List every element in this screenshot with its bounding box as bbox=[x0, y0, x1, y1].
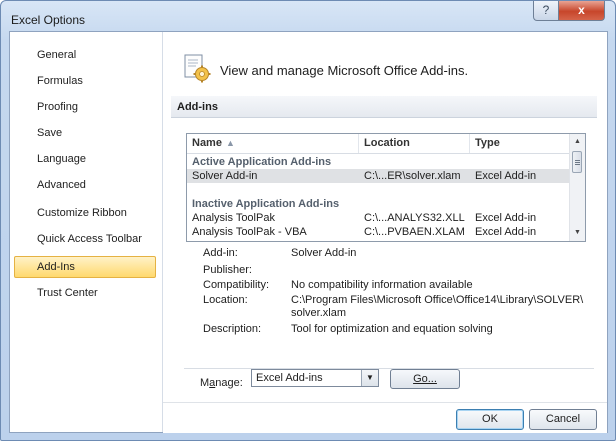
chevron-down-icon[interactable]: ▼ bbox=[361, 370, 378, 386]
manage-dropdown[interactable]: Excel Add-ins ▼ bbox=[251, 369, 379, 387]
scroll-up-icon[interactable]: ▲ bbox=[570, 134, 585, 149]
detail-value-add-in: Solver Add-in bbox=[291, 247, 357, 259]
cancel-button[interactable]: Cancel bbox=[529, 409, 597, 430]
row-name: Analysis ToolPak - VBA bbox=[192, 226, 307, 238]
row-type: Excel Add-in bbox=[475, 226, 537, 238]
detail-value-description: Tool for optimization and equation solvi… bbox=[291, 323, 493, 335]
list-scrollbar[interactable]: ▲ ▼ bbox=[569, 134, 585, 241]
detail-value-compatibility: No compatibility information available bbox=[291, 279, 473, 291]
detail-label-publisher: Publisher: bbox=[203, 264, 252, 276]
ok-button[interactable]: OK bbox=[456, 409, 524, 430]
add-ins-gear-icon bbox=[184, 54, 211, 83]
group-header-active: Active Application Add-ins bbox=[192, 156, 332, 168]
column-header-type[interactable]: Type bbox=[470, 134, 569, 153]
nav-item-language[interactable]: Language bbox=[14, 148, 156, 170]
manage-divider bbox=[184, 368, 594, 369]
detail-value-location-line1: C:\Program Files\Microsoft Office\Office… bbox=[291, 294, 584, 306]
nav-item-customize-ribbon[interactable]: Customize Ribbon bbox=[14, 202, 156, 224]
pane-header-text: View and manage Microsoft Office Add-ins… bbox=[220, 63, 469, 78]
detail-value-location-line2: solver.xlam bbox=[291, 307, 347, 319]
row-name: Analysis ToolPak bbox=[192, 212, 275, 224]
list-header: Name ▲ Location Type bbox=[187, 134, 569, 154]
go-button[interactable]: Go... bbox=[390, 369, 460, 389]
scroll-down-icon[interactable]: ▼ bbox=[570, 225, 585, 240]
nav-item-quick-access-toolbar[interactable]: Quick Access Toolbar bbox=[14, 228, 156, 250]
detail-label-location: Location: bbox=[203, 294, 248, 306]
detail-label-description: Description: bbox=[203, 323, 262, 335]
nav-item-advanced[interactable]: Advanced bbox=[14, 174, 156, 196]
help-button[interactable]: ? bbox=[533, 1, 559, 21]
row-type: Excel Add-in bbox=[475, 170, 537, 182]
title-bar[interactable]: Excel Options ? x bbox=[1, 1, 615, 31]
sort-ascending-icon: ▲ bbox=[225, 138, 235, 148]
close-button[interactable]: x bbox=[558, 1, 605, 21]
scroll-thumb[interactable] bbox=[572, 151, 582, 173]
dialog-title: Excel Options bbox=[11, 13, 86, 27]
add-ins-pane: View and manage Microsoft Office Add-ins… bbox=[163, 32, 607, 433]
add-ins-section-header: Add-ins bbox=[171, 96, 597, 118]
dialog-footer: OK Cancel bbox=[163, 402, 607, 433]
options-nav: General Formulas Proofing Save Language … bbox=[10, 32, 163, 432]
dialog-client-area: General Formulas Proofing Save Language … bbox=[9, 31, 608, 433]
nav-item-formulas[interactable]: Formulas bbox=[14, 70, 156, 92]
detail-label-compatibility: Compatibility: bbox=[203, 279, 270, 291]
add-ins-list[interactable]: Name ▲ Location Type Active Application A… bbox=[186, 133, 586, 242]
row-name: Solver Add-in bbox=[192, 170, 258, 182]
column-header-location[interactable]: Location bbox=[359, 134, 470, 153]
table-row[interactable]: Solver Add-in C:\...ER\solver.xlam Excel… bbox=[187, 169, 569, 183]
row-location: C:\...ER\solver.xlam bbox=[364, 170, 461, 182]
group-header-inactive: Inactive Application Add-ins bbox=[192, 198, 340, 210]
row-location: C:\...PVBAEN.XLAM bbox=[364, 226, 465, 238]
excel-options-dialog: Excel Options ? x General Formulas Proof… bbox=[0, 0, 616, 441]
nav-item-save[interactable]: Save bbox=[14, 122, 156, 144]
column-header-name[interactable]: Name ▲ bbox=[187, 134, 359, 153]
table-row[interactable]: Analysis ToolPak - VBA C:\...PVBAEN.XLAM… bbox=[187, 225, 569, 239]
table-row[interactable]: Analysis ToolPak C:\...ANALYS32.XLL Exce… bbox=[187, 211, 569, 225]
nav-item-proofing[interactable]: Proofing bbox=[14, 96, 156, 118]
nav-item-trust-center[interactable]: Trust Center bbox=[14, 282, 156, 304]
row-location: C:\...ANALYS32.XLL bbox=[364, 212, 465, 224]
nav-item-general[interactable]: General bbox=[14, 44, 156, 66]
detail-label-add-in: Add-in: bbox=[203, 247, 238, 259]
row-type: Excel Add-in bbox=[475, 212, 537, 224]
manage-dropdown-value: Excel Add-ins bbox=[256, 372, 323, 384]
nav-item-add-ins[interactable]: Add-Ins bbox=[14, 256, 156, 278]
manage-label: Manage: bbox=[200, 377, 243, 389]
